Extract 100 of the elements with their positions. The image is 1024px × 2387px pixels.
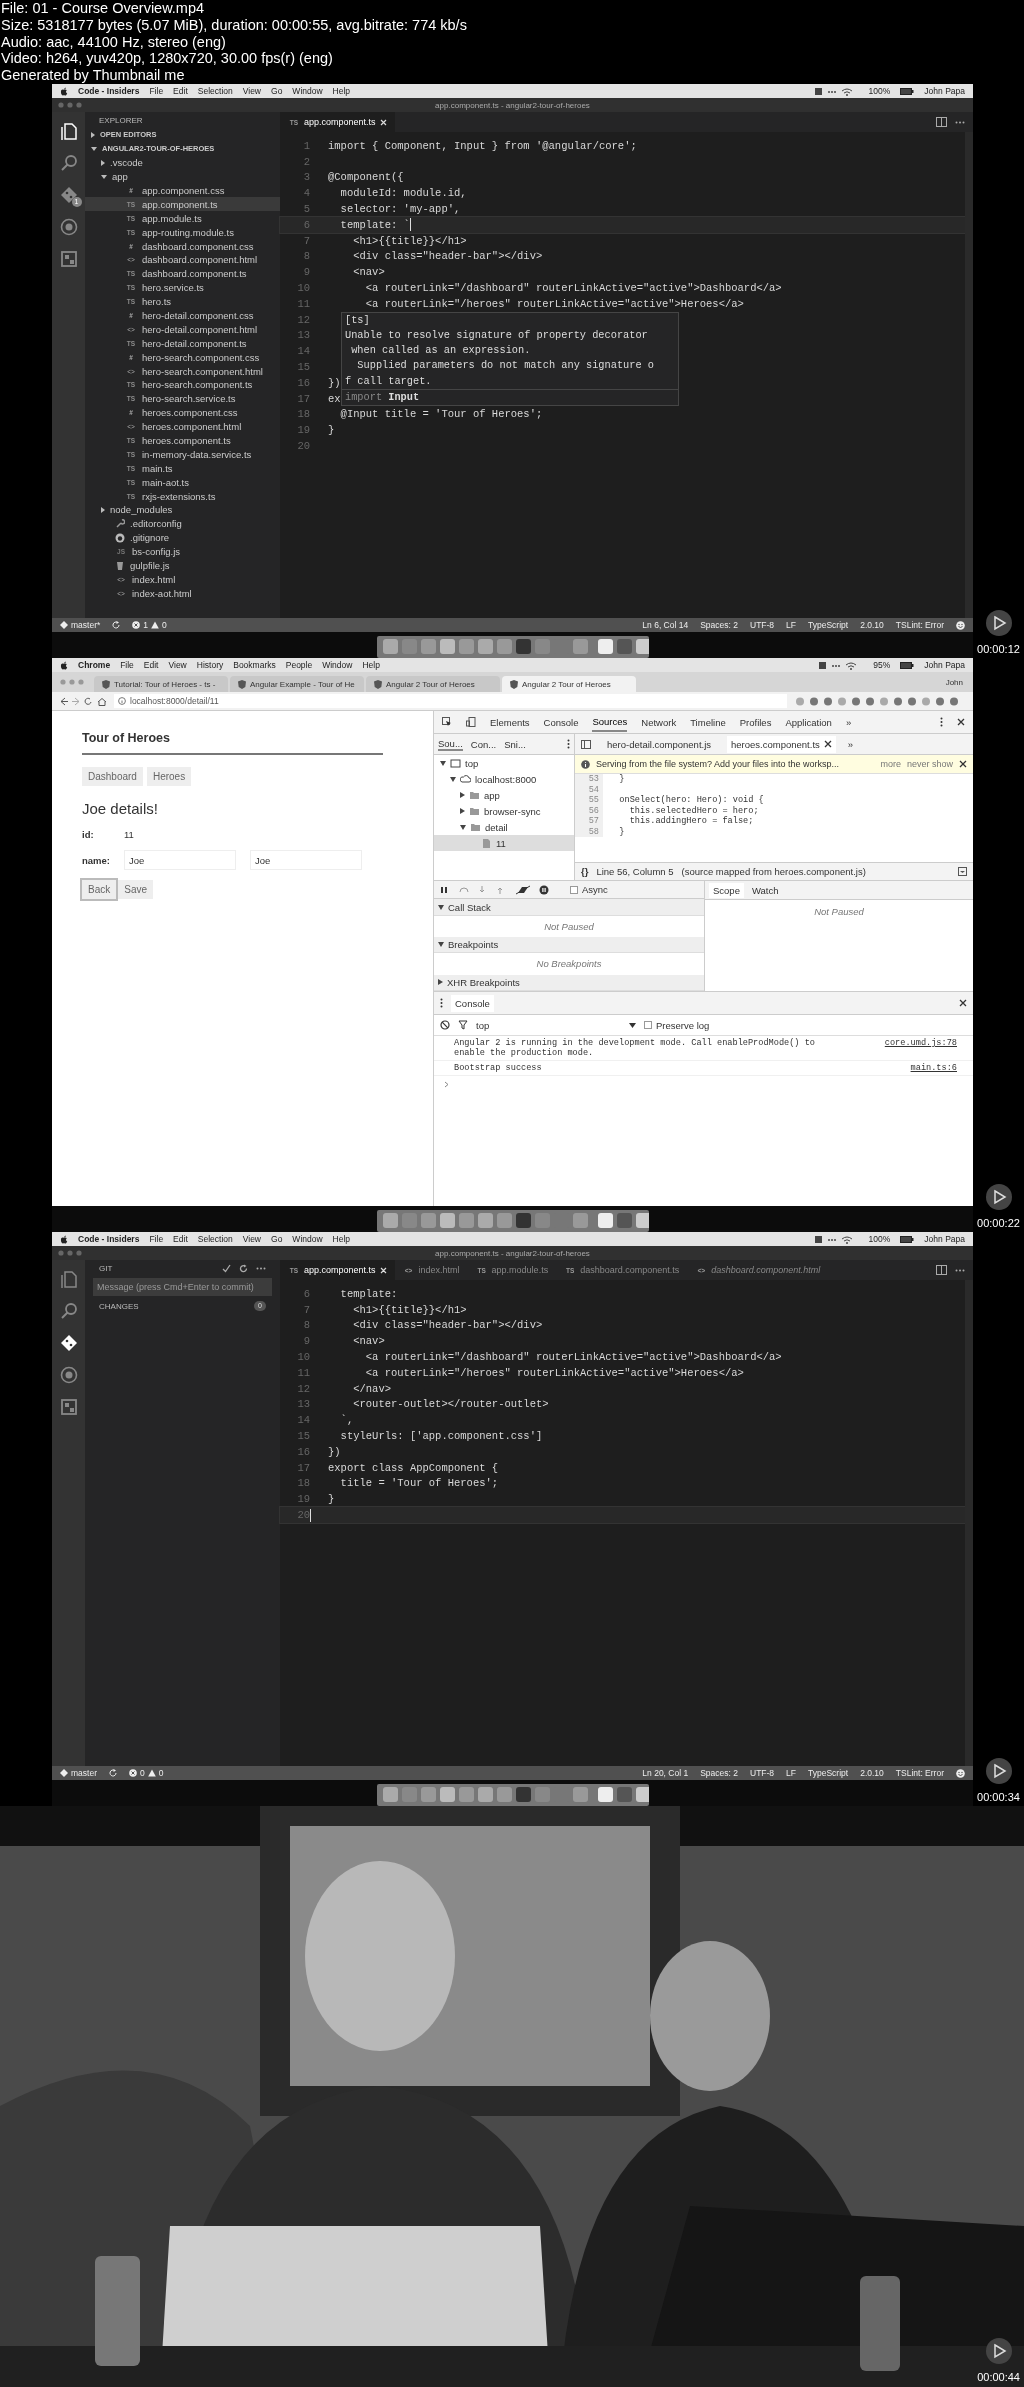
browser-tab[interactable]: Tutorial: Tour of Heroes - ts - bbox=[94, 676, 228, 692]
menu-item[interactable]: File bbox=[149, 1234, 164, 1244]
scrollbar[interactable] bbox=[965, 132, 973, 618]
name-field[interactable]: Joe bbox=[250, 850, 362, 870]
source-control-icon[interactable] bbox=[59, 1334, 78, 1352]
source-link[interactable]: main.ts:6 bbox=[910, 1063, 957, 1073]
user-name[interactable]: John Papa bbox=[924, 660, 965, 670]
file-tab[interactable]: hero-detail.component.js bbox=[603, 735, 716, 753]
navigator-item[interactable]: top bbox=[434, 755, 574, 771]
navigation-icons-drawing[interactable] bbox=[60, 696, 106, 706]
drawer-tab[interactable]: Console bbox=[451, 994, 494, 1012]
menu-item[interactable]: Selection bbox=[197, 1234, 233, 1244]
app-name[interactable]: Chrome bbox=[78, 660, 111, 670]
apple-logo-icon[interactable] bbox=[60, 86, 68, 96]
more-icon[interactable] bbox=[940, 717, 943, 727]
overflow-chevron[interactable]: » bbox=[847, 738, 854, 750]
sidebar-tab[interactable]: Scope bbox=[709, 882, 744, 898]
expanded-arrow-icon[interactable] bbox=[440, 760, 446, 766]
navigator-item[interactable]: app bbox=[434, 787, 574, 803]
section-header[interactable]: CHANGES bbox=[99, 1301, 139, 1311]
expanded-arrow-icon[interactable] bbox=[450, 776, 456, 782]
menu-item[interactable]: Edit bbox=[143, 660, 159, 670]
navigator-tab[interactable]: Con... bbox=[470, 738, 497, 750]
folder-row[interactable]: .vscode bbox=[85, 155, 280, 170]
sync-icon[interactable] bbox=[109, 1769, 117, 1777]
expanded-arrow-icon[interactable] bbox=[438, 904, 444, 910]
extensions-icon[interactable] bbox=[59, 1398, 78, 1416]
app-name[interactable]: Code - Insiders bbox=[78, 86, 140, 96]
status-item[interactable]: 2.0.10 bbox=[860, 1768, 884, 1778]
clear-console-icon[interactable] bbox=[440, 1020, 450, 1030]
collapsed-arrow-icon[interactable] bbox=[460, 808, 465, 814]
split-editor-icon[interactable] bbox=[936, 117, 947, 127]
checkmark-icon[interactable] bbox=[222, 1263, 231, 1273]
problems-indicator[interactable]: 0 0 bbox=[129, 1768, 164, 1778]
more-icon[interactable] bbox=[440, 998, 443, 1008]
more-icon[interactable] bbox=[256, 1266, 266, 1270]
preserve-log-checkbox[interactable]: Preserve log bbox=[644, 1019, 710, 1031]
device-icon[interactable] bbox=[466, 717, 476, 727]
browser-tab[interactable]: Angular Example - Tour of He bbox=[230, 676, 364, 692]
browser-tab[interactable]: Angular 2 Tour of Heroes bbox=[502, 676, 636, 692]
close-icon[interactable] bbox=[959, 999, 967, 1007]
branch-indicator[interactable]: master* bbox=[60, 620, 101, 630]
menu-item[interactable]: Edit bbox=[173, 86, 188, 96]
split-editor-icon[interactable] bbox=[936, 1265, 947, 1275]
smiley-icon[interactable] bbox=[956, 620, 965, 630]
devtools-tab[interactable]: Profiles bbox=[739, 711, 772, 733]
status-item[interactable]: Spaces: 2 bbox=[700, 1768, 738, 1778]
dock-drawing[interactable] bbox=[376, 1210, 649, 1232]
devtools-tab[interactable]: Application bbox=[785, 711, 832, 733]
source-control-icon[interactable] bbox=[59, 186, 78, 204]
folder-row[interactable]: app bbox=[85, 169, 280, 184]
browser-tab[interactable]: Angular 2 Tour of Heroes bbox=[366, 676, 500, 692]
drawer-toggle-icon[interactable] bbox=[958, 867, 967, 876]
menu-item[interactable]: Bookmarks bbox=[233, 660, 276, 670]
menu-item[interactable]: Edit bbox=[173, 1234, 188, 1244]
async-checkbox[interactable]: Async bbox=[570, 884, 608, 896]
form-button[interactable]: Save bbox=[118, 880, 154, 899]
collapsed-arrow-icon[interactable] bbox=[91, 131, 95, 138]
more-icon[interactable] bbox=[567, 739, 570, 749]
navigator-item[interactable]: 11 bbox=[434, 835, 574, 851]
status-item[interactable]: UTF-8 bbox=[750, 620, 775, 630]
explorer-row[interactable]: .gitignore bbox=[85, 530, 280, 545]
menu-item[interactable]: People bbox=[285, 660, 313, 670]
menu-item[interactable]: File bbox=[149, 86, 164, 96]
name-field[interactable]: Joe bbox=[124, 850, 236, 870]
close-icon[interactable] bbox=[959, 760, 967, 768]
explorer-row[interactable]: .editorconfig bbox=[85, 516, 280, 531]
sync-icon[interactable] bbox=[112, 621, 121, 629]
collapsed-arrow-icon[interactable] bbox=[460, 792, 465, 798]
file-tab[interactable]: heroes.component.ts bbox=[727, 735, 836, 753]
status-item[interactable]: TypeScript bbox=[808, 620, 849, 630]
navigator-item[interactable]: localhost:8000 bbox=[434, 771, 574, 787]
menu-item[interactable]: Help bbox=[362, 660, 380, 670]
pretty-print-button[interactable]: {} bbox=[581, 866, 589, 877]
devtools-tab[interactable]: Sources bbox=[592, 712, 628, 732]
smiley-icon[interactable] bbox=[956, 1768, 965, 1778]
prompt-icon[interactable] bbox=[444, 1081, 449, 1088]
context-dropdown[interactable]: top bbox=[476, 1019, 636, 1031]
menu-item[interactable]: Help bbox=[332, 86, 351, 96]
menu-item[interactable]: Window bbox=[322, 660, 353, 670]
form-button[interactable]: Back bbox=[82, 880, 117, 899]
expanded-arrow-icon[interactable] bbox=[460, 824, 466, 830]
navigator-item[interactable]: browser-sync bbox=[434, 803, 574, 819]
menu-item[interactable]: View bbox=[242, 1234, 261, 1244]
menu-item[interactable]: View bbox=[242, 86, 261, 96]
pane-header[interactable]: Call Stack bbox=[434, 899, 704, 916]
menu-item[interactable]: Selection bbox=[197, 86, 233, 96]
status-item[interactable]: Ln 6, Col 14 bbox=[642, 620, 689, 630]
menu-item[interactable]: File bbox=[120, 660, 134, 670]
expanded-arrow-icon[interactable] bbox=[91, 146, 97, 151]
navigator-item[interactable]: detail bbox=[434, 819, 574, 835]
extensions-icon[interactable] bbox=[59, 250, 78, 268]
sidebar-toggle-icon[interactable] bbox=[581, 739, 591, 749]
refresh-icon[interactable] bbox=[239, 1263, 248, 1273]
address-bar[interactable]: localhost:8000/detail/11 bbox=[114, 694, 787, 708]
close-icon[interactable] bbox=[823, 740, 832, 748]
expanded-arrow-icon[interactable] bbox=[101, 174, 107, 179]
overflow-chevron[interactable]: » bbox=[845, 716, 852, 728]
more-icon[interactable] bbox=[955, 120, 965, 124]
pane-header[interactable]: Breakpoints bbox=[434, 936, 704, 954]
